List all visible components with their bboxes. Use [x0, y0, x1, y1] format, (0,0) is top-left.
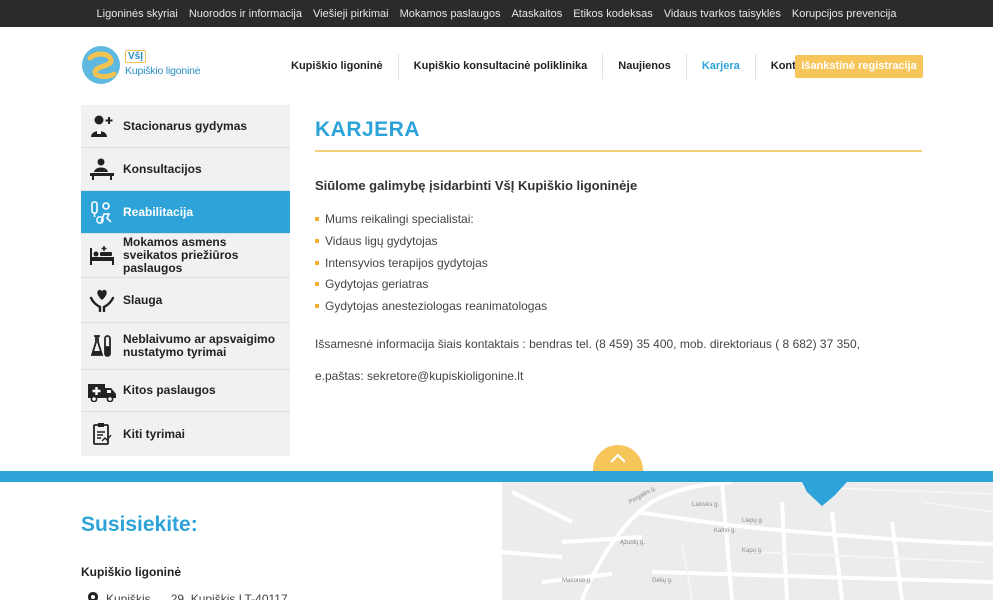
sidebar-item-konsultacijos[interactable]: Konsultacijos [81, 148, 290, 191]
top-link-taisykles[interactable]: Vidaus tvarkos taisyklės [658, 8, 786, 20]
test-tubes-icon [81, 334, 123, 358]
sidebar-label: Kitos paslaugos [123, 383, 216, 397]
sidebar-item-kiti-tyrimai[interactable]: Kiti tyrimai [81, 412, 290, 456]
pre-registration-button[interactable]: Išankstinė registracija [795, 55, 923, 78]
list-item: Vidaus ligų gydytojas [315, 233, 547, 255]
doctor-plus-icon [81, 114, 123, 138]
services-sidebar: Stacionarus gydymas Konsultacijos Reabil… [81, 105, 290, 456]
map-street-label: Kapų g. [742, 548, 763, 554]
list-item: Gydytojas anesteziologas reanimatologas [315, 298, 547, 320]
top-link-mokamos[interactable]: Mokamos paslaugos [394, 8, 506, 20]
sidebar-item-slauga[interactable]: Slauga [81, 278, 290, 323]
sidebar-label: Neblaivumo ar apsvaigimo nustatymo tyrim… [123, 332, 276, 359]
top-link-korupcija[interactable]: Korupcijos prevencija [786, 8, 902, 20]
map-street-label: Gėlių g. [652, 578, 673, 584]
chevron-up-icon [610, 453, 626, 463]
map-pin-icon [88, 592, 98, 600]
sidebar-label: Slauga [123, 292, 163, 307]
top-link-etikos[interactable]: Etikos kodeksas [568, 8, 658, 20]
map-street-label: Maironio g. [562, 578, 592, 584]
location-map[interactable]: Pergalės g. Laisvės g. Kalno g. Liepų g.… [502, 482, 993, 600]
title-underline [315, 150, 922, 152]
vacancy-list: Mums reikalingi specialistai: Vidaus lig… [315, 211, 547, 320]
contact-address: Kupiškis, ... 29, Kupiškis LT-40117 [106, 592, 288, 600]
map-street-label: Kalno g. [714, 528, 736, 534]
map-street-label: Laisvės g. [692, 502, 719, 508]
contact-address-row: Kupiškis, ... 29, Kupiškis LT-40117 [88, 592, 288, 600]
top-link-skyriai[interactable]: Ligoninės skyriai [91, 8, 183, 20]
footer-divider-band [0, 471, 993, 482]
sidebar-item-neblaivumo[interactable]: Neblaivumo ar apsvaigimo nustatymo tyrim… [81, 323, 290, 370]
sidebar-item-mokamos[interactable]: Mokamos asmens sveikatos priežiūros pasl… [81, 234, 290, 278]
top-link-ataskaitos[interactable]: Ataskaitos [506, 8, 568, 20]
top-link-pirkimai[interactable]: Viešieji pirkimai [307, 8, 394, 20]
top-links-list: Ligoninės skyriai Nuorodos ir informacij… [0, 0, 993, 27]
logo-emblem-icon [82, 46, 120, 84]
page-title: KARJERA [315, 118, 421, 141]
top-link-nuorodos[interactable]: Nuorodos ir informacija [183, 8, 307, 20]
list-item: Gydytojas geriatras [315, 276, 547, 298]
map-street-label: Ąžuolų g. [620, 540, 645, 546]
scroll-to-top-button[interactable] [593, 445, 643, 471]
contact-info-text: Išsamesnė informacija šiais kontaktais :… [315, 337, 860, 351]
nav-poliklinika[interactable]: Kupiškio konsultacinė poliklinika [399, 54, 604, 79]
hospital-bed-icon [81, 245, 123, 267]
clipboard-icon [81, 422, 123, 446]
contact-heading: Susisiekite: [81, 513, 198, 536]
consultation-icon [81, 158, 123, 180]
nav-naujienos[interactable]: Naujienos [603, 54, 687, 79]
nav-kupiskio-ligonine[interactable]: Kupiškio ligoninė [276, 54, 399, 79]
page-subtitle: Siūlome galimybę įsidarbinti VšĮ Kupiški… [315, 178, 638, 193]
top-utility-bar: Ligoninės skyriai Nuorodos ir informacij… [0, 0, 993, 27]
sidebar-label: Stacionarus gydymas [123, 118, 248, 133]
map-canvas: Pergalės g. Laisvės g. Kalno g. Liepų g.… [502, 482, 993, 600]
sidebar-label: Kiti tyrimai [123, 426, 186, 441]
map-street-label: Liepų g. [742, 518, 764, 524]
sidebar-item-reabilitacija[interactable]: Reabilitacija [81, 191, 290, 234]
sidebar-item-kitos-paslaugos[interactable]: Kitos paslaugos [81, 370, 290, 412]
sidebar-label: Konsultacijos [123, 161, 202, 176]
footer-contact-panel [0, 482, 502, 600]
list-item: Mums reikalingi specialistai: [315, 211, 547, 233]
contact-org-name: Kupiškio ligoninė [81, 565, 182, 579]
rehabilitation-icon [81, 200, 123, 224]
sidebar-item-stacionarus[interactable]: Stacionarus gydymas [81, 105, 290, 148]
list-item: Intensyvios terapijos gydytojas [315, 255, 547, 277]
logo-abbrev: VšĮ [125, 50, 147, 63]
care-hands-heart-icon [81, 288, 123, 312]
site-logo[interactable]: VšĮ Kupiškio ligoninė [81, 44, 201, 86]
logo-name: Kupiškio ligoninė [125, 65, 201, 77]
email-text[interactable]: e.paštas: sekretore@kupiskioligonine.lt [315, 369, 523, 383]
nav-karjera[interactable]: Karjera [687, 54, 756, 79]
ambulance-icon [81, 380, 123, 402]
sidebar-label: Mokamos asmens sveikatos priežiūros pasl… [123, 235, 239, 275]
main-navigation: Kupiškio ligoninė Kupiškio konsultacinė … [276, 54, 836, 79]
sidebar-label: Reabilitacija [123, 204, 194, 219]
